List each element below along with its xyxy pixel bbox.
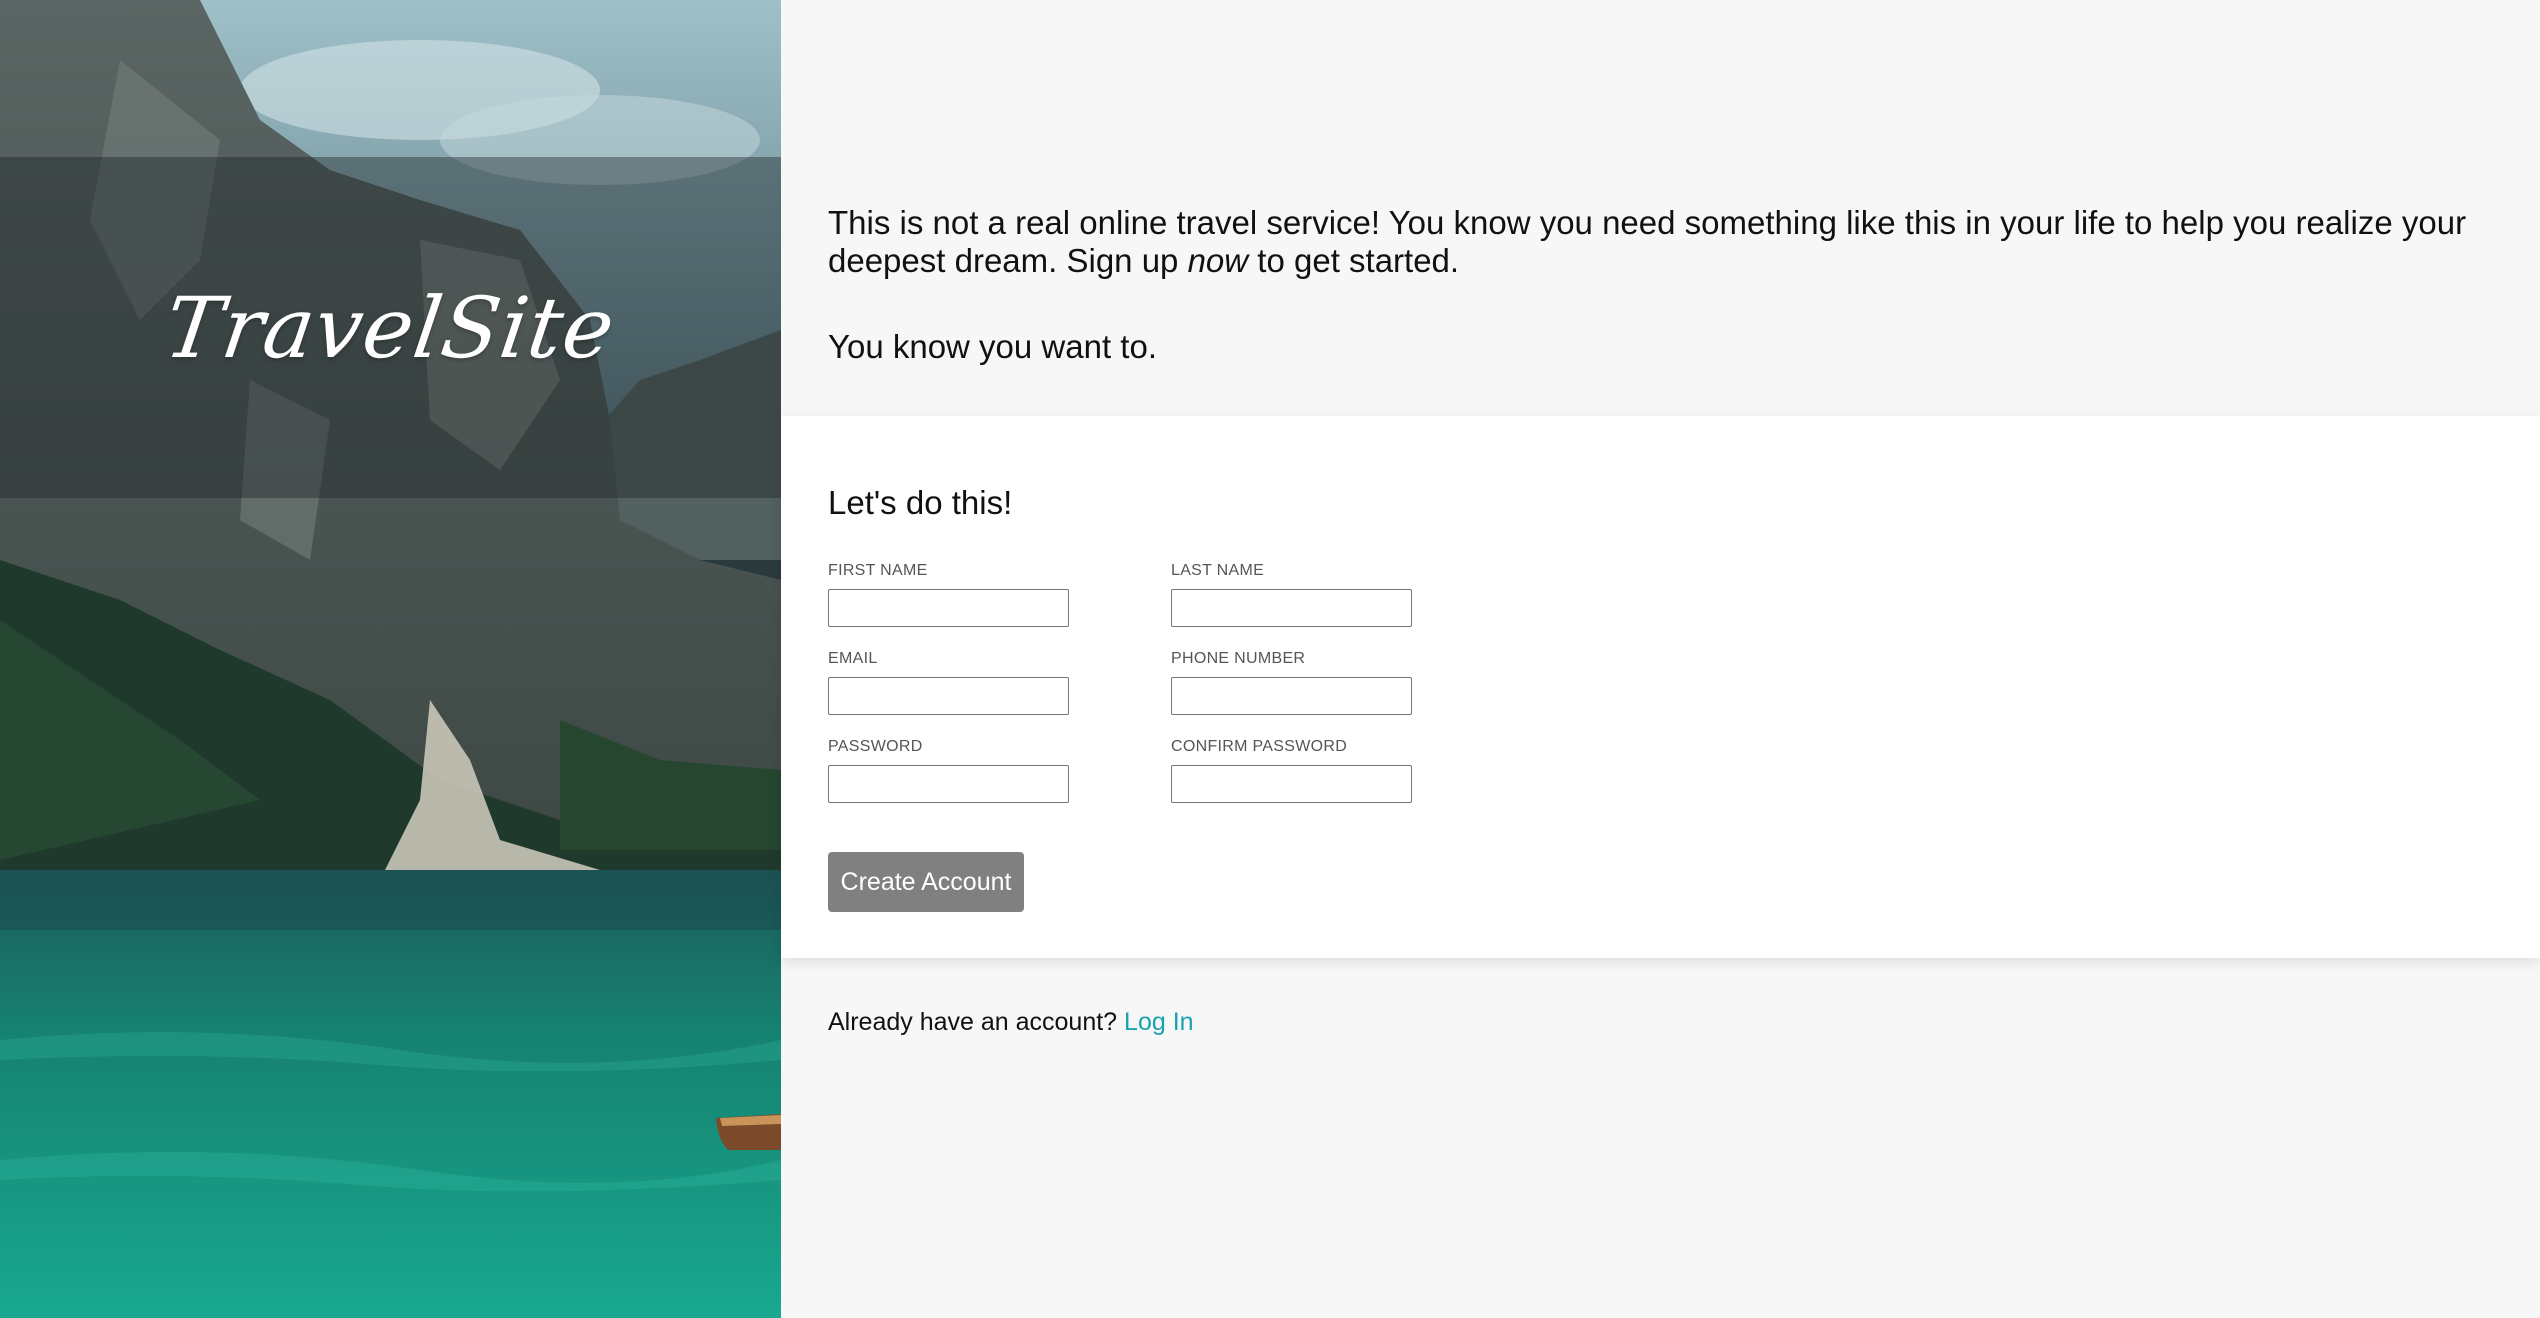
last-name-group: LAST NAME	[1171, 562, 1413, 627]
signup-form-card: Let's do this! FIRST NAME LAST NAME EMAI…	[781, 416, 2540, 958]
create-account-button[interactable]: Create Account	[828, 852, 1024, 912]
email-label: EMAIL	[828, 650, 878, 667]
intro-emphasis: now	[1187, 242, 1249, 279]
password-label: PASSWORD	[828, 738, 923, 755]
login-prompt-line: Already have an account? Log In	[828, 1008, 1194, 1037]
login-prompt-text: Already have an account?	[828, 1008, 1118, 1036]
logo-band: TravelSite	[0, 157, 781, 498]
intro-text-after: to get started.	[1248, 242, 1460, 279]
password-group: PASSWORD	[828, 738, 1070, 803]
main-content: This is not a real online travel service…	[781, 0, 2540, 1318]
phone-input[interactable]	[1171, 677, 1412, 715]
site-logo[interactable]: TravelSite	[160, 279, 622, 377]
password-input[interactable]	[828, 765, 1069, 803]
intro-tagline: You know you want to.	[828, 328, 1158, 365]
confirm-password-group: CONFIRM PASSWORD	[1171, 738, 1413, 803]
hero-panel: TravelSite	[0, 0, 781, 1318]
form-heading: Let's do this!	[828, 484, 1013, 521]
email-input[interactable]	[828, 677, 1069, 715]
last-name-label: LAST NAME	[1171, 562, 1265, 579]
last-name-input[interactable]	[1171, 589, 1412, 627]
first-name-group: FIRST NAME	[828, 562, 1070, 627]
intro-text-before: This is not a real online travel service…	[828, 204, 2467, 279]
confirm-password-label: CONFIRM PASSWORD	[1171, 738, 1348, 755]
intro-section: This is not a real online travel service…	[828, 204, 2488, 366]
phone-label: PHONE NUMBER	[1171, 650, 1306, 667]
login-link[interactable]: Log In	[1124, 1008, 1194, 1036]
phone-group: PHONE NUMBER	[1171, 650, 1413, 715]
first-name-input[interactable]	[828, 589, 1069, 627]
confirm-password-input[interactable]	[1171, 765, 1412, 803]
email-group: EMAIL	[828, 650, 1070, 715]
intro-paragraph: This is not a real online travel service…	[828, 204, 2488, 280]
first-name-label: FIRST NAME	[828, 562, 928, 579]
